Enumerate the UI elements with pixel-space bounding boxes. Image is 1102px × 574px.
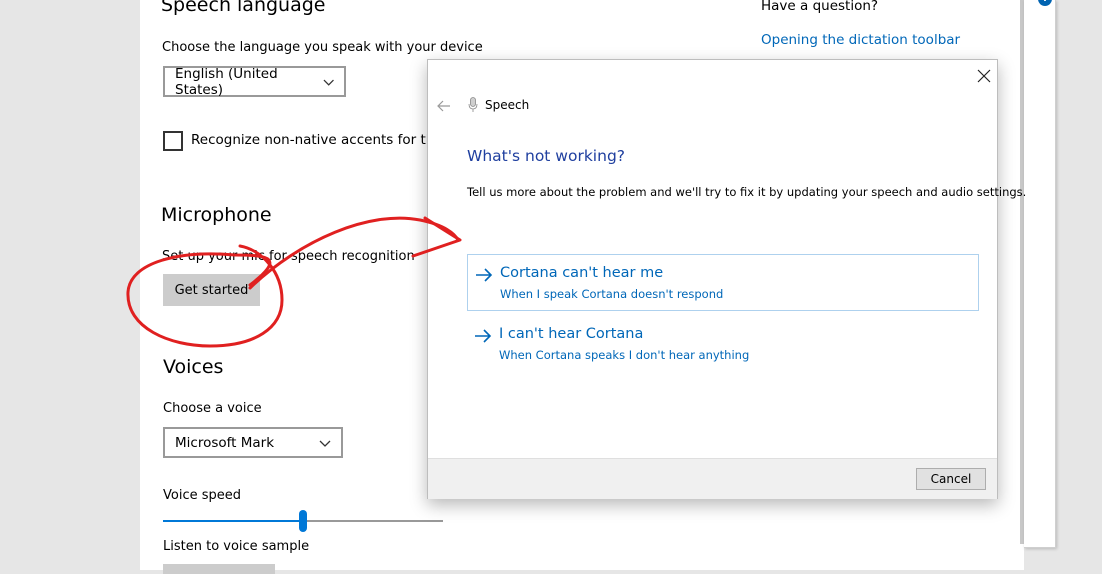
voice-speed-slider[interactable]	[163, 508, 443, 534]
dialog-heading: What's not working?	[467, 147, 626, 165]
close-icon[interactable]	[976, 68, 992, 84]
voices-heading: Voices	[163, 356, 224, 378]
microphone-icon	[468, 97, 478, 112]
help-question: Have a question?	[761, 0, 879, 14]
info-icon[interactable]: i	[1038, 0, 1052, 6]
play-button[interactable]	[163, 564, 275, 574]
option-cortana-cant-hear-me[interactable]: Cortana can't hear me When I speak Corta…	[467, 254, 979, 311]
option-title: Cortana can't hear me	[500, 265, 664, 281]
voice-value: Microsoft Mark	[175, 434, 275, 451]
accents-label: Recognize non-native accents for this l	[191, 132, 454, 148]
chevron-down-icon	[323, 79, 334, 86]
language-dropdown[interactable]: English (United States)	[163, 65, 346, 98]
voice-speed-label: Voice speed	[163, 488, 241, 503]
voice-dropdown[interactable]: Microsoft Mark	[163, 427, 343, 458]
side-panel: i	[1024, 0, 1056, 548]
cancel-button[interactable]: Cancel	[916, 468, 986, 490]
dialog-title: Speech	[485, 98, 530, 112]
dialog-description: Tell us more about the problem and we'll…	[467, 185, 1027, 199]
language-value: English (United States)	[175, 65, 278, 98]
slider-thumb[interactable]	[299, 510, 307, 532]
listen-label: Listen to voice sample	[163, 539, 310, 554]
speech-troubleshooter-dialog: Speech What's not working? Tell us more …	[427, 59, 1026, 499]
right-arrow-icon	[475, 329, 492, 343]
option-subtitle: When Cortana speaks I don't hear anythin…	[499, 348, 750, 362]
microphone-heading: Microphone	[161, 204, 272, 226]
get-started-button[interactable]: Get started	[163, 274, 260, 306]
dialog-footer: Cancel	[428, 458, 997, 499]
mic-setup-text: Set up your mic for speech recognition	[162, 249, 415, 264]
dictation-toolbar-link[interactable]: Opening the dictation toolbar	[761, 32, 960, 48]
option-cant-hear-cortana[interactable]: I can't hear Cortana When Cortana speaks…	[467, 316, 979, 373]
option-subtitle: When I speak Cortana doesn't respond	[500, 287, 724, 301]
speech-language-heading: Speech language	[161, 0, 326, 16]
choose-voice-label: Choose a voice	[163, 401, 262, 416]
slider-track-empty	[303, 520, 443, 522]
slider-track-filled	[163, 520, 303, 522]
language-prompt: Choose the language you speak with your …	[162, 40, 483, 55]
accents-checkbox[interactable]	[163, 131, 183, 151]
back-arrow-icon[interactable]	[436, 98, 452, 114]
chevron-down-icon	[319, 440, 331, 447]
right-arrow-icon	[476, 268, 493, 282]
option-title: I can't hear Cortana	[499, 326, 644, 342]
